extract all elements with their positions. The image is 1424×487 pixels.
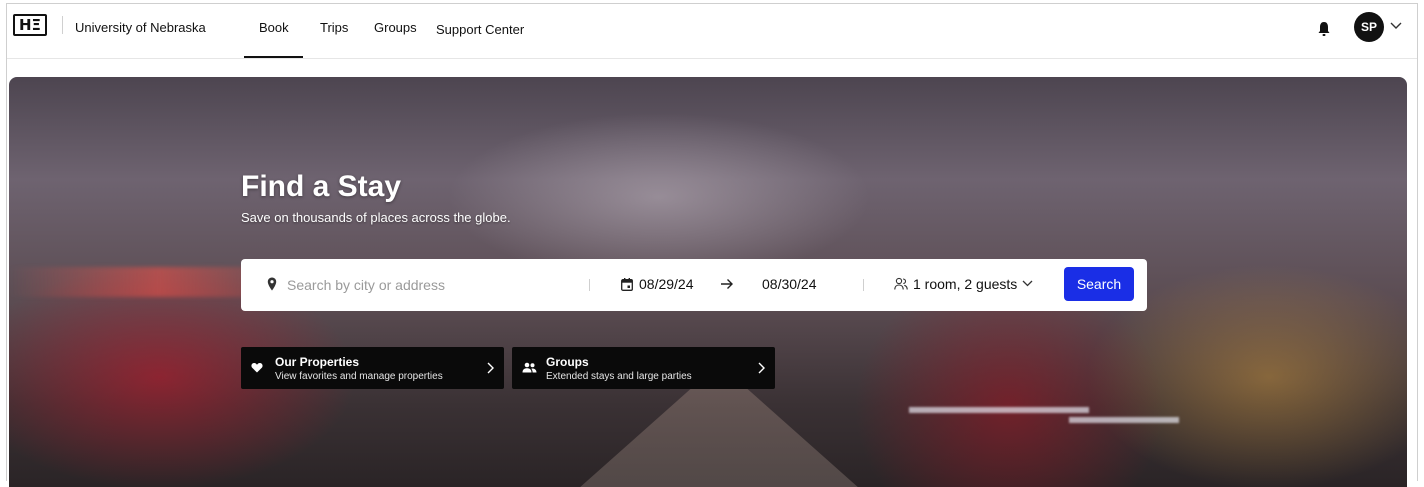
nav-trips[interactable]: Trips — [320, 20, 348, 35]
hero-background-road — [569, 377, 869, 487]
heart-icon — [251, 362, 263, 373]
field-separator — [589, 279, 590, 291]
arrow-right-icon — [721, 279, 733, 289]
top-header: HΞ University of Nebraska Book Trips Gro… — [7, 4, 1417, 59]
logo-divider — [62, 16, 63, 34]
nav-book[interactable]: Book — [259, 20, 289, 35]
chevron-down-icon[interactable] — [1022, 280, 1033, 287]
check-out-date[interactable]: 08/30/24 — [762, 276, 817, 292]
app-window: HΞ University of Nebraska Book Trips Gro… — [6, 3, 1418, 487]
guests-icon — [894, 277, 908, 290]
active-nav-indicator — [244, 56, 303, 58]
hero-banner: Find a Stay Save on thousands of places … — [9, 77, 1407, 487]
nav-support-center[interactable]: Support Center — [436, 22, 524, 37]
organization-name: University of Nebraska — [75, 20, 206, 35]
calendar-icon — [621, 278, 633, 291]
location-search-input[interactable] — [285, 273, 579, 297]
brand-logo[interactable]: HΞ — [13, 14, 47, 36]
chevron-right-icon — [487, 362, 494, 374]
bell-icon[interactable] — [1317, 21, 1331, 37]
field-separator — [863, 279, 864, 291]
location-pin-icon — [267, 277, 277, 291]
card-title: Our Properties — [275, 355, 360, 369]
user-avatar[interactable]: SP — [1354, 12, 1384, 42]
chevron-down-icon[interactable] — [1390, 22, 1402, 30]
search-bar: 08/29/24 08/30/24 1 room, 2 guests Searc… — [241, 259, 1147, 311]
card-subtitle: Extended stays and large parties — [546, 371, 692, 382]
check-in-date[interactable]: 08/29/24 — [639, 276, 694, 292]
guests-selector[interactable]: 1 room, 2 guests — [913, 276, 1017, 292]
page-subtitle: Save on thousands of places across the g… — [241, 210, 511, 225]
page-title: Find a Stay — [241, 170, 402, 203]
search-button[interactable]: Search — [1064, 267, 1134, 301]
card-subtitle: View favorites and manage properties — [275, 371, 443, 382]
hero-light-streak — [909, 407, 1089, 413]
chevron-right-icon — [758, 362, 765, 374]
hero-light-streak — [1069, 417, 1179, 423]
our-properties-card[interactable]: Our Properties View favorites and manage… — [241, 347, 504, 389]
groups-card[interactable]: Groups Extended stays and large parties — [512, 347, 775, 389]
people-icon — [522, 362, 537, 373]
nav-groups[interactable]: Groups — [374, 20, 417, 35]
card-title: Groups — [546, 355, 589, 369]
